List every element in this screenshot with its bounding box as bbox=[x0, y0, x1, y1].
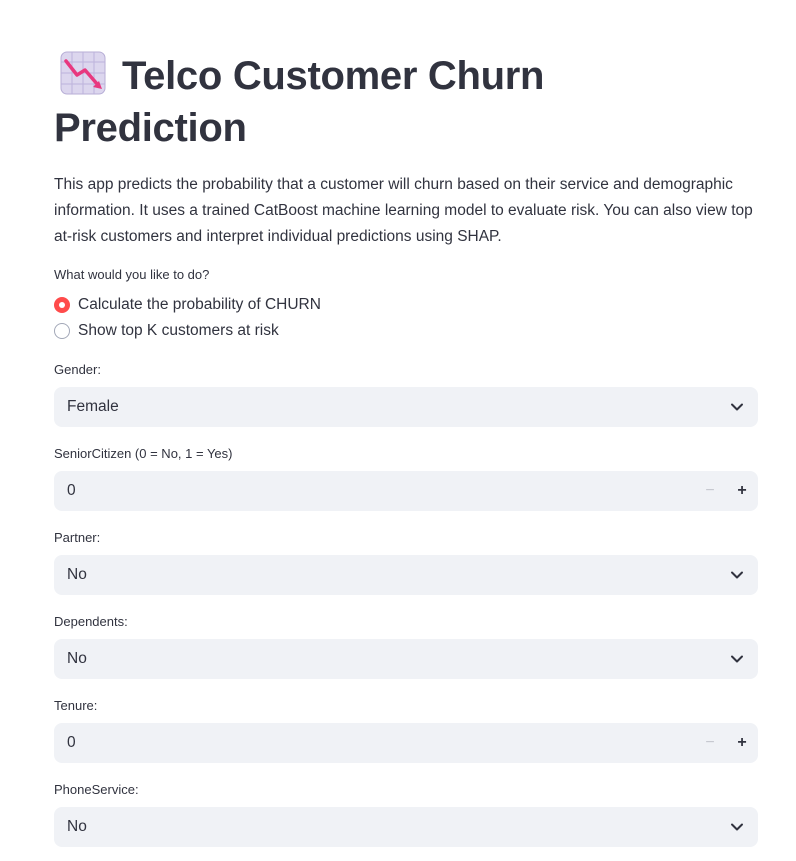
phone-service-select[interactable]: No bbox=[54, 807, 758, 847]
radio-option-top-k[interactable]: Show top K customers at risk bbox=[54, 320, 279, 342]
phone-service-value: No bbox=[67, 818, 87, 835]
senior-citizen-stepper: − + bbox=[694, 471, 758, 511]
senior-citizen-input[interactable]: 0 − + bbox=[54, 471, 758, 511]
tenure-label: Tenure: bbox=[54, 698, 98, 713]
partner-select[interactable]: No bbox=[54, 555, 758, 595]
increment-button[interactable]: + bbox=[726, 471, 758, 511]
partner-label: Partner: bbox=[54, 530, 101, 545]
radio-unselected-icon[interactable] bbox=[54, 323, 70, 339]
decrement-button[interactable]: − bbox=[694, 471, 726, 511]
dependents-label: Dependents: bbox=[54, 614, 128, 629]
senior-citizen-value[interactable]: 0 bbox=[67, 482, 694, 500]
chevron-down-icon bbox=[731, 655, 743, 663]
chevron-down-icon bbox=[731, 823, 743, 831]
gender-value: Female bbox=[67, 398, 119, 415]
partner-value: No bbox=[67, 566, 87, 583]
page-title: Telco Customer Churn Prediction bbox=[54, 50, 594, 154]
gender-label: Gender: bbox=[54, 362, 101, 377]
senior-citizen-label: SeniorCitizen (0 = No, 1 = Yes) bbox=[54, 446, 233, 461]
mode-label: What would you like to do? bbox=[54, 267, 210, 282]
page-title-text: Telco Customer Churn Prediction bbox=[54, 54, 545, 150]
chart-decreasing-icon bbox=[60, 51, 106, 95]
tenure-input[interactable]: 0 − + bbox=[54, 723, 758, 763]
gender-select[interactable]: Female bbox=[54, 387, 758, 427]
radio-option-calculate[interactable]: Calculate the probability of CHURN bbox=[54, 294, 321, 316]
dependents-select[interactable]: No bbox=[54, 639, 758, 679]
increment-button[interactable]: + bbox=[726, 723, 758, 763]
tenure-value[interactable]: 0 bbox=[67, 734, 694, 752]
radio-option-label: Show top K customers at risk bbox=[78, 322, 279, 339]
decrement-button[interactable]: − bbox=[694, 723, 726, 763]
dependents-value: No bbox=[67, 650, 87, 667]
phone-service-label: PhoneService: bbox=[54, 782, 139, 797]
radio-option-label: Calculate the probability of CHURN bbox=[78, 296, 321, 313]
chevron-down-icon bbox=[731, 403, 743, 411]
tenure-stepper: − + bbox=[694, 723, 758, 763]
radio-selected-icon[interactable] bbox=[54, 297, 70, 313]
chevron-down-icon bbox=[731, 571, 743, 579]
app-description: This app predicts the probability that a… bbox=[54, 176, 753, 245]
